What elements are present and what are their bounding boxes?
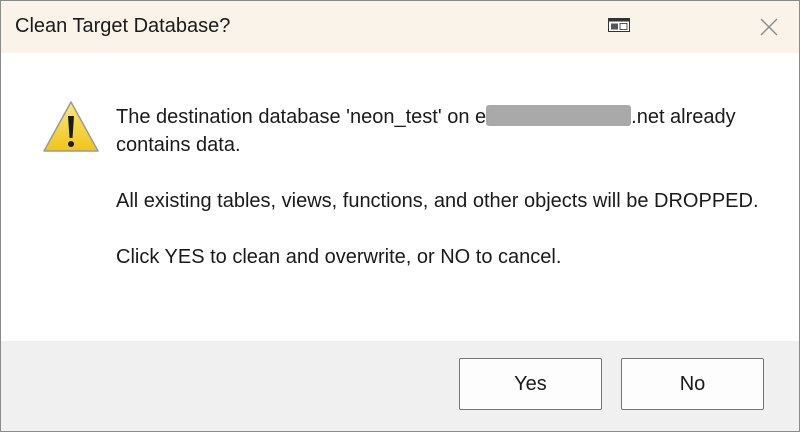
button-bar: Yes No <box>1 341 799 431</box>
dialog-message: The destination database 'neon_test' on … <box>116 103 776 299</box>
message-dialog: Clean Target Database? The destination d… <box>0 0 800 432</box>
dialog-content: The destination database 'neon_test' on … <box>1 53 799 341</box>
message-text-part: The destination database 'neon_test' on … <box>116 106 487 128</box>
warning-triangle-icon <box>42 100 100 154</box>
message-instruction: Click YES to clean and overwrite, or NO … <box>116 246 562 268</box>
message-destination: The destination database 'neon_test' on … <box>116 103 776 159</box>
redacted-hostname <box>486 105 632 126</box>
close-button[interactable] <box>749 7 789 47</box>
window-snap-icon[interactable] <box>608 16 630 34</box>
dialog-title: Clean Target Database? <box>15 15 231 37</box>
title-bar[interactable]: Clean Target Database? <box>1 1 799 53</box>
close-icon <box>760 18 778 36</box>
no-button[interactable]: No <box>621 358 764 410</box>
yes-button[interactable]: Yes <box>459 358 602 410</box>
message-warning: All existing tables, views, functions, a… <box>116 190 759 212</box>
